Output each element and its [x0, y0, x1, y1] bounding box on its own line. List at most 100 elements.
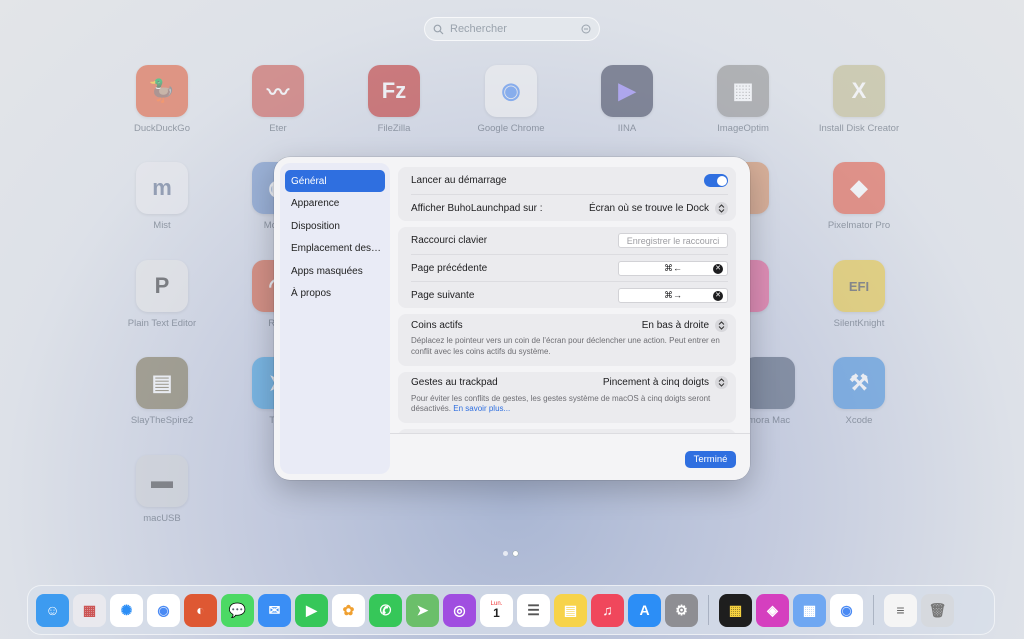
- pixelmator-pro-icon: ◆: [833, 162, 885, 214]
- calendar-day: 1: [493, 606, 500, 620]
- trackpad-row: Gestes au trackpad Pincement à cinq doig…: [411, 372, 728, 394]
- app-label: FileZilla: [377, 123, 411, 134]
- shortcut-recorder[interactable]: Enregistrer le raccourci: [618, 233, 728, 248]
- app-label: Install Disk Creator: [818, 123, 900, 134]
- prev-page-shortcut[interactable]: ⌘← ✕: [618, 260, 728, 276]
- facetime-icon[interactable]: ▶: [295, 593, 328, 627]
- done-button[interactable]: Terminé: [685, 451, 736, 468]
- notes-icon[interactable]: ▤: [554, 593, 587, 627]
- search-field[interactable]: Rechercher: [424, 17, 600, 41]
- cleanmymac-icon[interactable]: ◈: [756, 593, 789, 627]
- app-imageoptim[interactable]: ▦ ImageOptim: [685, 65, 801, 134]
- trackpad-label: Gestes au trackpad: [411, 377, 498, 389]
- buholaunchpad-icon[interactable]: ▦: [793, 593, 826, 627]
- display-on-value: Écran où se trouve le Dock: [588, 202, 709, 214]
- dock: ☺ ▦ ✺ ◉ ◐ 💬 ✉ ▶ ✿ ✆ ➤ ◎ Lun. 1 ☰ ▤ ♫ A ⚙…: [27, 585, 995, 635]
- app-filezilla[interactable]: Fz FileZilla: [336, 65, 452, 134]
- app-mist[interactable]: m Mist: [104, 162, 220, 231]
- sidebar-item-layout[interactable]: Disposition: [285, 215, 385, 237]
- dock-separator: [708, 595, 709, 625]
- chevron-updown-icon: [715, 376, 728, 390]
- page-dot[interactable]: [503, 551, 508, 556]
- app-label: Eter: [269, 123, 287, 134]
- launch-at-login-toggle[interactable]: [704, 174, 728, 187]
- phone-icon[interactable]: ✆: [369, 593, 402, 627]
- calendar-icon[interactable]: Lun. 1: [480, 593, 513, 627]
- maps-icon[interactable]: ➤: [406, 593, 439, 627]
- reminders-icon[interactable]: ☰: [517, 593, 550, 627]
- app-iina[interactable]: ▶ IINA: [569, 65, 685, 134]
- eter-icon: 〰: [252, 65, 304, 117]
- podcasts-icon[interactable]: ◎: [443, 593, 476, 627]
- app-xcode[interactable]: ⚒ Xcode: [801, 357, 917, 426]
- hot-corners-card: Coins actifs En bas à droite Déplacez le…: [398, 314, 736, 366]
- launcher-icon[interactable]: ▦: [719, 593, 752, 627]
- hot-corners-popup[interactable]: En bas à droite: [641, 318, 728, 332]
- app-plain-text-editor[interactable]: P Plain Text Editor: [104, 260, 220, 329]
- document-icon[interactable]: ≡: [884, 593, 917, 627]
- system-settings-icon[interactable]: ⚙: [665, 593, 698, 627]
- app-label: ImageOptim: [717, 123, 769, 134]
- app-eter[interactable]: 〰 Eter: [220, 65, 336, 134]
- hot-corners-value: En bas à droite: [641, 319, 709, 331]
- duckduckgo-icon[interactable]: ◐: [184, 593, 217, 627]
- xcode-icon: ⚒: [833, 357, 885, 409]
- general-card: Lancer au démarrage Afficher BuhoLaunchp…: [398, 167, 736, 221]
- app-macusb[interactable]: ▬ macUSB: [104, 455, 220, 524]
- app-install-disk-creator[interactable]: X Install Disk Creator: [801, 65, 917, 134]
- chevron-updown-icon: [715, 201, 728, 215]
- next-page-shortcut[interactable]: ⌘→ ✕: [618, 287, 728, 303]
- hot-corners-label: Coins actifs: [411, 319, 463, 331]
- learn-more-link[interactable]: En savoir plus...: [453, 404, 510, 413]
- dock-separator: [873, 595, 874, 625]
- sidebar-item-appearance[interactable]: Apparence: [285, 193, 385, 215]
- chrome-icon: ◉: [485, 65, 537, 117]
- clear-shortcut-icon[interactable]: ✕: [713, 290, 723, 301]
- photos-icon[interactable]: ✿: [332, 593, 365, 627]
- filezilla-icon: Fz: [368, 65, 420, 117]
- app-label: macUSB: [143, 513, 181, 524]
- app-label: Pixelmator Pro: [827, 220, 891, 231]
- silentknight-icon: EFI: [833, 260, 885, 312]
- app-label: DuckDuckGo: [134, 123, 190, 134]
- music-icon[interactable]: ♫: [591, 593, 624, 627]
- app-label: Mist: [153, 220, 171, 231]
- safari-icon[interactable]: ✺: [110, 593, 143, 627]
- chrome-badge-icon[interactable]: ◉: [830, 593, 863, 627]
- app-duckduckgo[interactable]: 🦆 DuckDuckGo: [104, 65, 220, 134]
- app-slaythespire2[interactable]: ▤ SlayTheSpire2: [104, 357, 220, 426]
- app-label: Plain Text Editor: [127, 318, 197, 329]
- hot-corners-row: Coins actifs En bas à droite: [411, 314, 728, 336]
- settings-dialog: Général Apparence Disposition Emplacemen…: [274, 157, 750, 480]
- chrome-icon[interactable]: ◉: [147, 593, 180, 627]
- page-dot-active[interactable]: [513, 551, 518, 556]
- sidebar-item-locations[interactable]: Emplacement des…: [285, 238, 385, 260]
- finder-icon[interactable]: ☺: [36, 593, 69, 627]
- messages-icon[interactable]: 💬: [221, 593, 254, 627]
- search-icon: [433, 24, 444, 35]
- trackpad-description: Pour éviter les conflits de gestes, les …: [411, 394, 728, 424]
- app-google-chrome[interactable]: ◉ Google Chrome: [453, 65, 569, 134]
- sidebar-item-hidden-apps[interactable]: Apps masquées: [285, 260, 385, 282]
- app-pixelmator-pro[interactable]: ◆ Pixelmator Pro: [801, 162, 917, 231]
- app-label: IINA: [617, 123, 637, 134]
- sidebar-item-about[interactable]: À propos: [285, 283, 385, 305]
- clear-shortcut-icon[interactable]: ✕: [713, 263, 723, 274]
- display-on-row: Afficher BuhoLaunchpad sur : Écran où se…: [411, 194, 728, 221]
- launchpad-icon[interactable]: ▦: [73, 593, 106, 627]
- trash-icon[interactable]: 🗑: [921, 593, 954, 627]
- trackpad-popup[interactable]: Pincement à cinq doigts: [603, 376, 728, 390]
- sidebar-item-general[interactable]: Général: [285, 170, 385, 192]
- mail-icon[interactable]: ✉: [258, 593, 291, 627]
- duckduckgo-icon: 🦆: [136, 65, 188, 117]
- launch-at-login-label: Lancer au démarrage: [411, 175, 507, 186]
- shortcut-row: Raccourci clavier Enregistrer le raccour…: [411, 227, 728, 254]
- app-label: Xcode: [845, 415, 873, 426]
- display-on-popup[interactable]: Écran où se trouve le Dock: [588, 201, 728, 215]
- settings-sidebar: Général Apparence Disposition Emplacemen…: [280, 163, 390, 474]
- plain-text-editor-icon: P: [136, 260, 188, 312]
- clear-icon[interactable]: [581, 24, 591, 34]
- app-silentknight[interactable]: EFI SilentKnight: [801, 260, 917, 329]
- app-label: Google Chrome: [477, 123, 545, 134]
- app-store-icon[interactable]: A: [628, 593, 661, 627]
